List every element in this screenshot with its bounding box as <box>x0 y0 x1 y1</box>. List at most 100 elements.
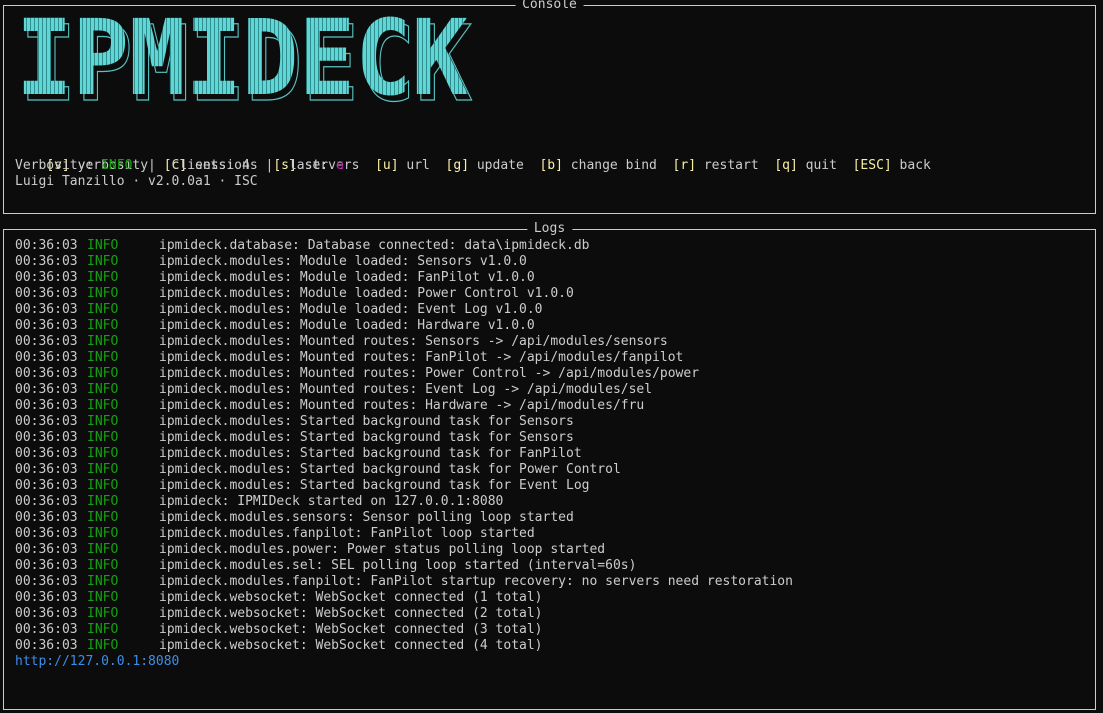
log-level: INFO <box>87 270 119 285</box>
log-message: ipmideck.websocket: WebSocket connected … <box>159 638 543 653</box>
log-level: INFO <box>87 446 119 461</box>
server-url-link[interactable]: http://127.0.0.1:8080 <box>15 654 793 670</box>
log-level: INFO <box>87 238 119 253</box>
log-message: ipmideck.modules: Module loaded: FanPilo… <box>159 270 535 285</box>
log-time: 00:36:03 <box>15 238 78 253</box>
log-message: ipmideck.database: Database connected: d… <box>159 238 590 253</box>
log-entry: 00:36:03 INFO ipmideck.modules: Started ba… <box>15 462 793 478</box>
log-level: INFO <box>87 494 119 509</box>
log-message: ipmideck.modules: Module loaded: Sensors… <box>159 254 527 269</box>
log-message: ipmideck.modules: Mounted routes: Event … <box>159 382 653 397</box>
log-level: INFO <box>87 254 119 269</box>
log-message: ipmideck: IPMIDeck started on 127.0.0.1:… <box>159 494 504 509</box>
log-level: INFO <box>87 526 119 541</box>
log-message: ipmideck.websocket: WebSocket connected … <box>159 622 543 637</box>
status-line: Verbosity: INFO | Clients: 4 | last: u <box>15 158 344 173</box>
log-entry: 00:36:03 INFO ipmideck.websocket: WebSocke… <box>15 638 793 654</box>
log-time: 00:36:03 <box>15 558 78 573</box>
log-message: ipmideck.modules: Mounted routes: FanPil… <box>159 350 684 365</box>
log-time: 00:36:03 <box>15 366 78 381</box>
log-entry: 00:36:03 INFO ipmideck.modules: Started ba… <box>15 446 793 462</box>
log-entry: 00:36:03 INFO ipmideck.modules.sel: SEL po… <box>15 558 793 574</box>
log-time: 00:36:03 <box>15 318 78 333</box>
last-label: last: <box>288 158 336 173</box>
log-level: INFO <box>87 558 119 573</box>
ipmideck-logo: IPMIDECK IPMIDECK <box>16 14 473 114</box>
log-level: INFO <box>87 334 119 349</box>
log-time: 00:36:03 <box>15 494 78 509</box>
log-time: 00:36:03 <box>15 526 78 541</box>
author-line: Luigi Tanzillo · v2.0.0a1 · ISC <box>15 174 258 189</box>
log-message: ipmideck.modules: Started background tas… <box>159 478 590 493</box>
log-level: INFO <box>87 574 119 589</box>
log-level: INFO <box>87 350 119 365</box>
log-level: INFO <box>87 606 119 621</box>
log-entry: 00:36:03 INFO ipmideck.modules: Started ba… <box>15 430 793 446</box>
log-time: 00:36:03 <box>15 446 78 461</box>
log-message: ipmideck.modules: Mounted routes: Power … <box>159 366 700 381</box>
log-message: ipmideck.modules.fanpilot: FanPilot star… <box>159 574 793 589</box>
log-time: 00:36:03 <box>15 542 78 557</box>
log-message: ipmideck.modules.sel: SEL polling loop s… <box>159 558 637 573</box>
last-value: u <box>335 158 344 173</box>
log-entry: 00:36:03 INFO ipmideck.websocket: WebSocke… <box>15 590 793 606</box>
key-back[interactable]: [ESC] back <box>853 158 931 173</box>
log-entry: 00:36:03 INFO ipmideck.modules: Module loa… <box>15 254 793 270</box>
log-level: INFO <box>87 478 119 493</box>
log-message: ipmideck.modules: Started background tas… <box>159 414 574 429</box>
log-time: 00:36:03 <box>15 414 78 429</box>
log-time: 00:36:03 <box>15 286 78 301</box>
log-message: ipmideck.modules: Started background tas… <box>159 430 574 445</box>
log-message: ipmideck.modules: Started background tas… <box>159 462 621 477</box>
logs-panel-title: Logs <box>526 221 573 237</box>
log-time: 00:36:03 <box>15 270 78 285</box>
logs-panel[interactable]: Logs 00:36:03 INFO ipmideck.database: Data… <box>3 221 1096 710</box>
key-change-bind[interactable]: [b] change bind <box>539 158 656 173</box>
verbosity-label: Verbosity: <box>15 158 102 173</box>
log-time: 00:36:03 <box>15 462 78 477</box>
log-entry: 00:36:03 INFO ipmideck.modules: Module loa… <box>15 270 793 286</box>
log-level: INFO <box>87 638 119 653</box>
log-entry: 00:36:03 INFO ipmideck.modules: Module loa… <box>15 302 793 318</box>
log-time: 00:36:03 <box>15 398 78 413</box>
log-level: INFO <box>87 302 119 317</box>
log-entry: 00:36:03 INFO ipmideck.modules.power: Powe… <box>15 542 793 558</box>
log-entry: 00:36:03 INFO ipmideck.modules: Mounted ro… <box>15 398 793 414</box>
log-time: 00:36:03 <box>15 638 78 653</box>
key-url[interactable]: [u] url <box>375 158 430 173</box>
log-level: INFO <box>87 542 119 557</box>
log-time: 00:36:03 <box>15 302 78 317</box>
log-time: 00:36:03 <box>15 334 78 349</box>
log-time: 00:36:03 <box>15 606 78 621</box>
log-entry: 00:36:03 INFO ipmideck.modules.sensors: Se… <box>15 510 793 526</box>
key-restart[interactable]: [r] restart <box>673 158 759 173</box>
log-message: ipmideck.modules.fanpilot: FanPilot loop… <box>159 526 535 541</box>
log-message: ipmideck.modules: Started background tas… <box>159 446 582 461</box>
log-entry: 00:36:03 INFO ipmideck.modules: Mounted ro… <box>15 334 793 350</box>
log-level: INFO <box>87 414 119 429</box>
log-message: ipmideck.websocket: WebSocket connected … <box>159 590 543 605</box>
key-update[interactable]: [g] update <box>446 158 524 173</box>
log-entry: 00:36:03 INFO ipmideck.modules: Module loa… <box>15 318 793 334</box>
log-message: ipmideck.modules: Mounted routes: Hardwa… <box>159 398 645 413</box>
log-level: INFO <box>87 430 119 445</box>
log-level: INFO <box>87 622 119 637</box>
log-message: ipmideck.modules: Module loaded: Hardwar… <box>159 318 535 333</box>
log-message: ipmideck.modules: Module loaded: Event L… <box>159 302 543 317</box>
log-time: 00:36:03 <box>15 574 78 589</box>
log-list: 00:36:03 INFO ipmideck.database: Database … <box>15 238 793 670</box>
log-entry: 00:36:03 INFO ipmideck.modules: Mounted ro… <box>15 382 793 398</box>
key-quit[interactable]: [q] quit <box>774 158 837 173</box>
log-time: 00:36:03 <box>15 430 78 445</box>
log-entry: 00:36:03 INFO ipmideck.modules: Started ba… <box>15 478 793 494</box>
verbosity-value: INFO <box>101 158 133 173</box>
log-entry: 00:36:03 INFO ipmideck.websocket: WebSocke… <box>15 606 793 622</box>
clients-value: 4 <box>242 158 250 173</box>
clients-label: Clients: <box>171 158 242 173</box>
log-level: INFO <box>87 462 119 477</box>
log-entry: 00:36:03 INFO ipmideck.modules: Mounted ro… <box>15 366 793 382</box>
log-level: INFO <box>87 398 119 413</box>
log-entry: 00:36:03 INFO ipmideck.modules: Module loa… <box>15 286 793 302</box>
log-level: INFO <box>87 382 119 397</box>
log-time: 00:36:03 <box>15 382 78 397</box>
